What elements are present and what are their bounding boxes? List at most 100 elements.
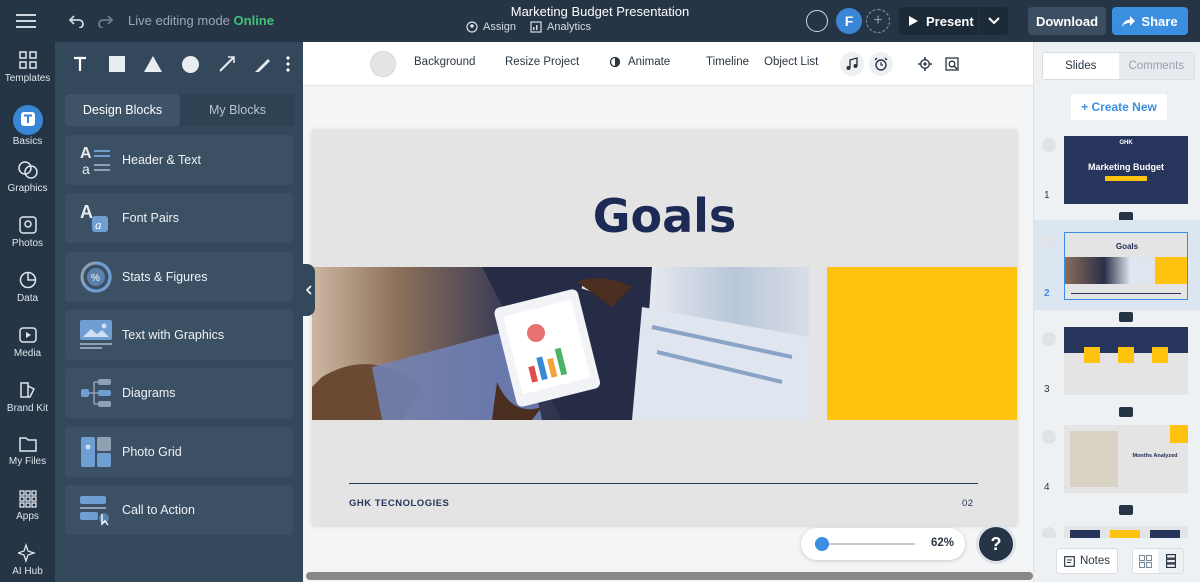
block-label: Stats & Figures xyxy=(122,270,208,284)
brand-kit-icon xyxy=(19,382,35,398)
zoom-slider-track[interactable] xyxy=(815,543,915,545)
transition-icon[interactable] xyxy=(1119,505,1133,515)
slide-thumbnail[interactable]: Months Analyzed xyxy=(1064,425,1188,493)
animate-icon xyxy=(609,56,621,68)
gear-icon[interactable] xyxy=(913,52,937,76)
block-label: Call to Action xyxy=(122,503,195,517)
rail-item-graphics[interactable]: Graphics xyxy=(0,152,55,207)
share-button[interactable]: Share xyxy=(1112,7,1188,35)
block-stats-figures[interactable]: % Stats & Figures xyxy=(65,252,293,302)
rail-label: Graphics xyxy=(7,183,48,194)
rail-item-basics[interactable]: Basics xyxy=(0,97,55,152)
undo-icon[interactable] xyxy=(68,12,86,30)
rail-item-ai-hub[interactable]: AI Hub xyxy=(0,535,55,582)
present-dropdown-button[interactable] xyxy=(980,7,1008,35)
slide-thumbnail[interactable] xyxy=(1064,526,1188,538)
image-search-icon[interactable] xyxy=(940,52,964,76)
block-call-to-action[interactable]: Call to Action xyxy=(65,485,293,535)
slide-thumbnail[interactable] xyxy=(1064,327,1188,395)
slide-title[interactable]: Goals xyxy=(312,189,1017,243)
slide-page-number[interactable]: 02 xyxy=(962,498,974,509)
redo-icon[interactable] xyxy=(96,12,114,30)
notes-button[interactable]: Notes xyxy=(1056,548,1118,574)
music-icon[interactable] xyxy=(840,52,864,76)
block-font-pairs[interactable]: Aa Font Pairs xyxy=(65,193,293,243)
slide-options-dot[interactable] xyxy=(1042,527,1056,538)
timeline-button[interactable]: Timeline xyxy=(706,56,749,68)
zoom-percentage[interactable]: 62% xyxy=(931,537,954,549)
background-button[interactable]: Background xyxy=(414,56,475,68)
block-header-text[interactable]: Aa Header & Text xyxy=(65,135,293,185)
analytics-link[interactable]: Analytics xyxy=(530,21,591,33)
slide-thumbnail[interactable]: Goals xyxy=(1064,232,1188,300)
rail-item-photos[interactable]: Photos xyxy=(0,207,55,262)
rail-item-templates[interactable]: Templates xyxy=(0,42,55,97)
slide-thumbnail[interactable]: GHK Marketing Budget xyxy=(1064,136,1188,204)
collapse-panel-handle[interactable] xyxy=(303,264,315,316)
slide-thumbnail-row[interactable]: 3 xyxy=(1034,320,1200,417)
rail-item-my-files[interactable]: My Files xyxy=(0,427,55,482)
svg-text:%: % xyxy=(91,273,100,284)
thumb-title: Marketing Budget xyxy=(1087,162,1164,172)
svg-text:A: A xyxy=(80,202,93,222)
more-options-icon[interactable] xyxy=(281,52,295,76)
resize-project-button[interactable]: Resize Project xyxy=(505,56,579,68)
transition-icon[interactable] xyxy=(1119,407,1133,417)
add-collaborator-icon[interactable]: + xyxy=(866,9,890,33)
create-new-slide-button[interactable]: + Create New xyxy=(1071,94,1167,120)
help-button[interactable]: ? xyxy=(979,527,1013,561)
slide-options-dot[interactable] xyxy=(1042,430,1056,444)
text-tool-icon[interactable] xyxy=(67,52,93,76)
slide-photo[interactable] xyxy=(312,267,809,420)
hamburger-menu-icon[interactable] xyxy=(14,11,38,31)
slide-yellow-block[interactable] xyxy=(827,267,1017,420)
thumb-calendar-photo xyxy=(1070,431,1118,487)
triangle-tool-icon[interactable] xyxy=(140,52,166,76)
slide-options-dot[interactable] xyxy=(1042,138,1056,152)
background-color-swatch[interactable] xyxy=(370,51,396,77)
block-diagrams[interactable]: Diagrams xyxy=(65,368,293,418)
tab-my-blocks[interactable]: My Blocks xyxy=(180,94,295,126)
block-photo-grid[interactable]: Photo Grid xyxy=(65,427,293,477)
slide-thumbnail-row[interactable]: 1 GHK Marketing Budget xyxy=(1034,130,1200,222)
rectangle-tool-icon[interactable] xyxy=(104,52,130,76)
slide-thumbnail-row[interactable]: 4 Months Analyzed xyxy=(1034,418,1200,515)
circle-tool-icon[interactable] xyxy=(177,52,203,76)
tab-design-blocks[interactable]: Design Blocks xyxy=(65,94,180,126)
download-button[interactable]: Download xyxy=(1028,7,1106,35)
slide-thumbnail-row[interactable] xyxy=(1034,518,1200,538)
comments-chat-icon[interactable] xyxy=(806,10,828,32)
line-tool-icon[interactable] xyxy=(214,52,240,76)
block-label: Text with Graphics xyxy=(122,328,225,342)
tab-slides[interactable]: Slides xyxy=(1043,53,1119,79)
thumb-box xyxy=(1150,530,1180,538)
pen-tool-icon[interactable] xyxy=(250,52,276,76)
grid-view-icon[interactable] xyxy=(1133,549,1158,573)
assign-link[interactable]: Assign xyxy=(466,21,516,33)
horizontal-scrollbar[interactable] xyxy=(306,572,1033,580)
user-avatar[interactable]: F xyxy=(836,8,862,34)
animate-label: Animate xyxy=(628,56,671,68)
rail-item-apps[interactable]: Apps xyxy=(0,482,55,537)
thumb-search-badge xyxy=(1170,425,1188,443)
templates-icon xyxy=(18,51,37,69)
rail-item-data[interactable]: Data xyxy=(0,262,55,317)
slide-canvas[interactable]: Goals GHK TECNOLOGIES 02 xyxy=(312,129,1017,525)
present-button[interactable]: Present xyxy=(899,7,979,35)
rail-item-brand-kit[interactable]: Brand Kit xyxy=(0,372,55,427)
slide-divider-line[interactable] xyxy=(349,483,978,484)
slide-company-name[interactable]: GHK TECNOLOGIES xyxy=(349,498,449,509)
rail-item-media[interactable]: Media xyxy=(0,317,55,372)
doc-links: Assign Analytics xyxy=(466,21,591,33)
slide-options-dot[interactable] xyxy=(1042,332,1056,346)
block-text-with-graphics[interactable]: Text with Graphics xyxy=(65,310,293,360)
slide-options-dot[interactable] xyxy=(1042,234,1056,248)
zoom-slider-handle[interactable] xyxy=(815,537,829,551)
alarm-clock-icon[interactable] xyxy=(869,52,893,76)
list-view-icon[interactable] xyxy=(1158,549,1183,573)
object-list-button[interactable]: Object List xyxy=(764,56,818,68)
slides-panel: Slides Comments + Create New 1 GHK Marke… xyxy=(1033,42,1200,582)
slide-thumbnail-row[interactable]: 2 Goals xyxy=(1034,220,1200,322)
tab-comments[interactable]: Comments xyxy=(1119,53,1195,79)
animate-button[interactable]: Animate xyxy=(609,56,670,68)
